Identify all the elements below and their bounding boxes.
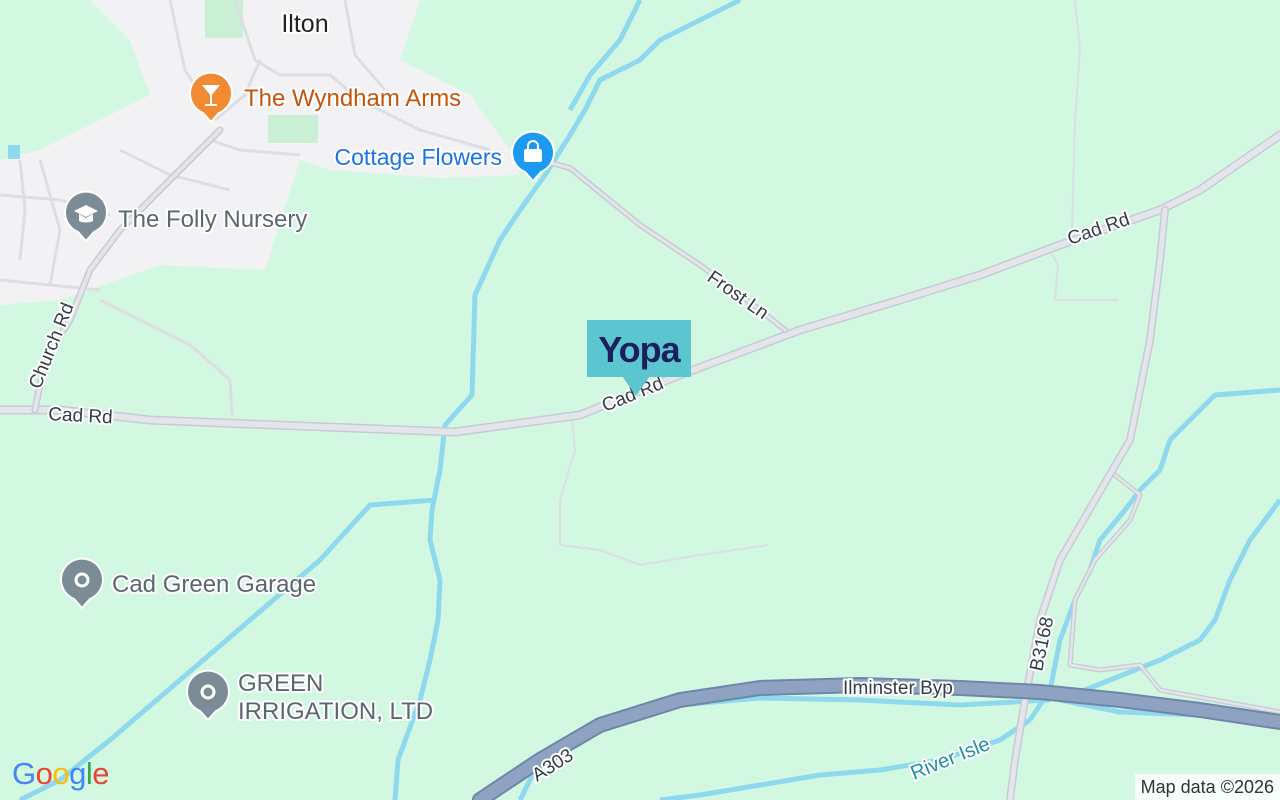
poi-label-line2: IRRIGATION, LTD <box>238 698 433 725</box>
logo-letter: e <box>92 756 110 791</box>
google-logo[interactable]: Google <box>12 756 110 792</box>
poi-label: The Wyndham Arms <box>244 85 461 112</box>
poi-label: Cad Green Garage <box>112 571 316 598</box>
yopa-logo: Yopa <box>598 329 681 370</box>
poi-label: GREEN <box>238 670 323 697</box>
poi-label: The Folly Nursery <box>118 206 307 233</box>
pond <box>8 145 20 159</box>
map-canvas[interactable]: Ilton Cad Rd Cad Rd Cad Rd Church Rd Fro… <box>0 0 1280 800</box>
logo-letter: G <box>12 756 36 791</box>
green-patch <box>268 115 318 143</box>
road-label-cad-rd-west: Cad Rd <box>48 404 113 428</box>
poi-label: Cottage Flowers <box>335 144 502 170</box>
logo-letter: o <box>52 756 70 791</box>
map-attribution[interactable]: Map data ©2026 <box>1134 774 1280 800</box>
logo-letter: o <box>35 756 53 791</box>
road-label-ilminster-byp: Ilminster Byp <box>843 678 953 699</box>
logo-letter: g <box>69 756 86 791</box>
place-label-ilton: Ilton <box>281 10 328 38</box>
